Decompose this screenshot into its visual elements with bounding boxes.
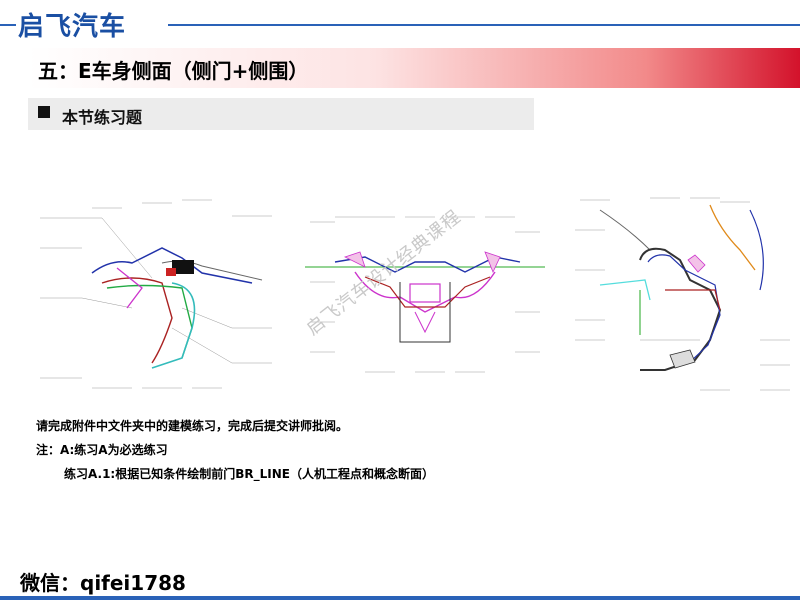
instruction-note: 注：A:练习A为必选练习	[36, 443, 168, 457]
page-title: 五：E车身侧面（侧门+侧围）	[38, 59, 309, 83]
section-heading: 本节练习题	[62, 108, 143, 127]
footer-rule	[0, 596, 800, 600]
cad-section-drawing-1	[40, 199, 272, 389]
cad-section-drawing-3	[575, 197, 790, 391]
instruction-exercise-a1: 练习A.1:根据已知条件绘制前门BR_LINE（人机工程点和概念断面）	[64, 467, 434, 481]
brand-logo-text: 启飞汽车	[18, 12, 127, 42]
wechat-contact: 微信：qifei1788	[20, 571, 186, 595]
bullet-square-icon	[38, 106, 50, 118]
instruction-line-1: 请完成附件中文件夹中的建模练习，完成后提交讲师批阅。	[36, 419, 349, 433]
